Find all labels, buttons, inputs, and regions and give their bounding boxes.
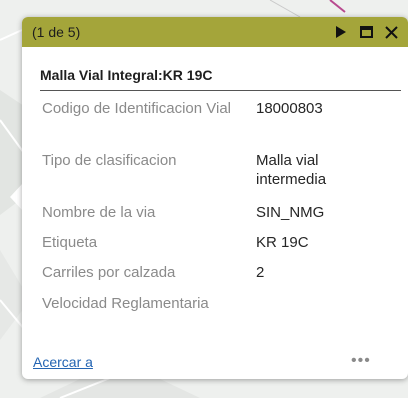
- close-icon: [384, 25, 398, 39]
- feature-counter: (1 de 5): [32, 24, 81, 40]
- attribute-label: Codigo de Identificacion Vial: [42, 100, 232, 117]
- attribute-label: Tipo de clasificacion: [42, 152, 177, 169]
- close-button[interactable]: [382, 17, 400, 47]
- more-actions-button[interactable]: •••: [351, 352, 371, 370]
- attribute-value: KR 19C: [256, 234, 309, 251]
- next-feature-button[interactable]: [333, 17, 349, 47]
- attribute-label: Carriles por calzada: [42, 264, 176, 281]
- attribute-value: 2: [256, 264, 265, 281]
- title-divider: [40, 90, 401, 91]
- attribute-label: Nombre de la via: [42, 204, 156, 221]
- attribute-value: 18000803: [256, 100, 323, 117]
- popup-title: Malla Vial Integral:KR 19C: [40, 67, 213, 83]
- attribute-value: SIN_NMG: [256, 204, 325, 221]
- maximize-button[interactable]: [358, 17, 374, 47]
- popup-titlebar: (1 de 5): [22, 17, 408, 47]
- zoom-to-link[interactable]: Acercar a: [33, 354, 93, 370]
- play-triangle-icon: [336, 26, 346, 38]
- attribute-label: Etiqueta: [42, 234, 98, 251]
- attribute-value: Malla vial intermedia: [256, 152, 327, 188]
- maximize-icon: [359, 26, 373, 38]
- feature-popup: (1 de 5) Malla Vial Integral:KR 19C Codi…: [22, 17, 408, 379]
- attribute-label: Velocidad Reglamentaria: [42, 295, 209, 312]
